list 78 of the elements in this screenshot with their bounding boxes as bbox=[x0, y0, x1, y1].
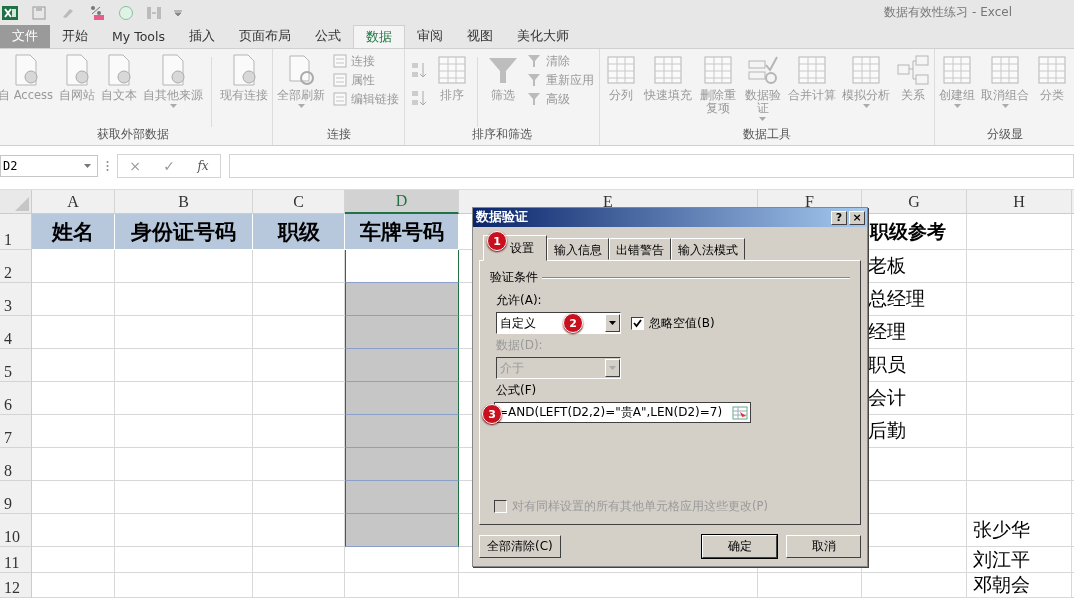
field-label: 允许(A): bbox=[496, 292, 542, 309]
help-button[interactable]: ? bbox=[831, 210, 847, 225]
sort-descending-icon[interactable] bbox=[410, 89, 429, 107]
range-picker-icon[interactable] bbox=[732, 405, 748, 420]
ribbon-group-label: 分级显 bbox=[985, 127, 1024, 143]
field-label: 公式(F) bbox=[496, 382, 537, 399]
window-title: 数据有效性练习 - Excel bbox=[884, 4, 1012, 21]
grip-icon bbox=[106, 160, 109, 172]
ribbon-tab[interactable]: 数据 bbox=[352, 25, 405, 48]
properties-icon bbox=[332, 72, 349, 88]
table-cell: 身份证号码 bbox=[115, 214, 253, 250]
column-header[interactable]: B bbox=[115, 190, 253, 214]
dialog-tab[interactable]: 输入信息 bbox=[547, 238, 609, 260]
caret-icon bbox=[609, 321, 616, 325]
relationship-icon bbox=[896, 53, 931, 87]
row-header[interactable]: 6 bbox=[0, 382, 32, 415]
column-header[interactable]: C bbox=[253, 190, 345, 214]
formula-input[interactable] bbox=[229, 154, 1074, 178]
table-cell: 姓名 bbox=[32, 214, 115, 250]
caret-icon bbox=[609, 366, 616, 370]
ignore-blank-checkbox[interactable]: 忽略空值(B) bbox=[631, 314, 715, 332]
row-header[interactable]: 5 bbox=[0, 349, 32, 382]
ribbon-group-label: 数据工具 bbox=[742, 127, 793, 143]
table-cell: 邓朝会 bbox=[967, 573, 1072, 598]
sort-ascending-icon[interactable] bbox=[410, 61, 429, 79]
column-header[interactable]: H bbox=[967, 190, 1072, 214]
ribbon-tab[interactable]: My Tools bbox=[100, 25, 177, 48]
dialog-button[interactable]: 取消 bbox=[786, 535, 861, 558]
ribbon-group-label: 获取外部数据 bbox=[96, 127, 170, 143]
ribbon-tab[interactable]: 视图 bbox=[454, 25, 505, 48]
checkbox[interactable] bbox=[631, 316, 644, 330]
ribbon-tab[interactable]: 美化大师 bbox=[504, 25, 581, 48]
table-cell: 刘江平 bbox=[967, 547, 1072, 573]
allow-dropdown[interactable]: 自定义 2 bbox=[496, 312, 621, 334]
close-button[interactable]: × bbox=[849, 210, 865, 225]
row-header[interactable]: 8 bbox=[0, 448, 32, 481]
dialog-button[interactable]: 全部清除(C) bbox=[479, 535, 561, 558]
step-badge: 1 bbox=[487, 231, 507, 251]
ribbon-tab[interactable]: 插入 bbox=[176, 25, 227, 48]
table-cell: 车牌号码 bbox=[345, 214, 459, 250]
row-header[interactable]: 9 bbox=[0, 481, 32, 514]
columns-icon[interactable] bbox=[146, 4, 162, 21]
ribbon-tab[interactable]: 审阅 bbox=[404, 25, 455, 48]
step-badge: 2 bbox=[563, 313, 583, 333]
section-title: 验证条件 bbox=[490, 269, 538, 286]
ribbon-group-label: 排序和筛选 bbox=[471, 127, 534, 143]
ribbon-group-label: 连接 bbox=[325, 127, 352, 143]
ribbon-tab[interactable]: 页面布局 bbox=[226, 25, 303, 48]
customize-caret-icon[interactable] bbox=[174, 8, 182, 17]
column-header[interactable]: A bbox=[32, 190, 115, 214]
caret-icon bbox=[84, 164, 91, 168]
row-header[interactable]: 10 bbox=[0, 514, 32, 547]
column-header[interactable]: D bbox=[345, 190, 459, 214]
dialog-tab[interactable]: 出错警告 bbox=[609, 238, 671, 260]
dialog-tab[interactable]: 输入法模式 bbox=[671, 238, 745, 260]
row-header[interactable]: 2 bbox=[0, 250, 32, 283]
save-icon[interactable] bbox=[30, 3, 48, 22]
percent-eraser-icon[interactable] bbox=[88, 3, 106, 22]
checkmark-icon bbox=[633, 318, 642, 328]
column-header[interactable]: G bbox=[862, 190, 967, 214]
ribbon-tab[interactable]: 开始 bbox=[50, 25, 100, 48]
step-badge: 3 bbox=[482, 404, 502, 424]
table-cell: 张少华 bbox=[967, 514, 1072, 547]
name-box[interactable]: D2 bbox=[0, 155, 98, 177]
row-header[interactable]: 7 bbox=[0, 415, 32, 448]
triangle-icon bbox=[15, 197, 29, 211]
row-header[interactable]: 3 bbox=[0, 283, 32, 316]
row-header[interactable]: 12 bbox=[0, 573, 32, 598]
circle-icon[interactable] bbox=[118, 4, 134, 21]
select-all-corner[interactable] bbox=[0, 190, 32, 214]
excel-logo-icon[interactable] bbox=[2, 4, 18, 21]
row-header[interactable]: 1 bbox=[0, 214, 32, 250]
dialog-button[interactable]: 确定 bbox=[702, 535, 777, 558]
formula-field[interactable]: =AND(LEFT(D2,2)="贵A",LEN(D2)=7) bbox=[494, 402, 751, 423]
row-header[interactable]: 11 bbox=[0, 547, 32, 573]
row-header[interactable]: 4 bbox=[0, 316, 32, 349]
ribbon-tab[interactable]: 公式 bbox=[302, 25, 353, 48]
table-cell: 职级 bbox=[253, 214, 345, 250]
